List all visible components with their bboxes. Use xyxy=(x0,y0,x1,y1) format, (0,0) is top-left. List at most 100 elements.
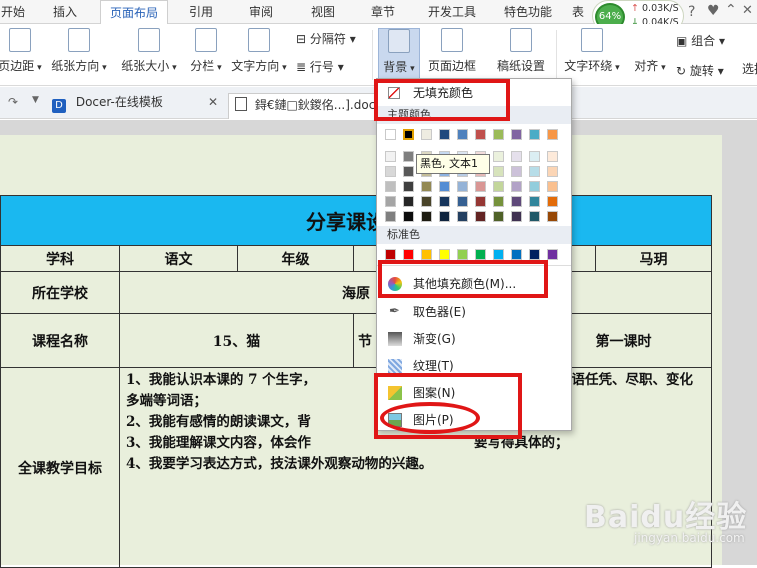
theme-shade-swatch[interactable] xyxy=(493,181,504,192)
theme-shade-swatch[interactable] xyxy=(547,181,558,192)
theme-shade-swatch[interactable] xyxy=(511,196,522,207)
theme-shade-swatch[interactable] xyxy=(511,151,522,162)
tab-references[interactable]: 引用 xyxy=(180,0,222,24)
tab-review[interactable]: 审阅 xyxy=(240,0,282,24)
theme-shade-swatch[interactable] xyxy=(385,196,396,207)
standard-color-swatch[interactable] xyxy=(421,249,432,260)
theme-shade-swatch[interactable] xyxy=(457,181,468,192)
tab-list-icon[interactable]: ▼ xyxy=(32,95,39,105)
tab-view[interactable]: 视图 xyxy=(302,0,344,24)
background-button[interactable]: 背景 ▾ xyxy=(378,28,420,84)
standard-color-swatch[interactable] xyxy=(403,249,414,260)
page-border-button[interactable]: 页面边框 xyxy=(424,28,480,84)
rotate-icon: ↻ xyxy=(676,64,687,78)
standard-color-swatch[interactable] xyxy=(493,249,504,260)
standard-color-swatch[interactable] xyxy=(511,249,522,260)
text-direction-button[interactable]: 文字方向 ▾ xyxy=(230,28,288,84)
theme-shade-swatch[interactable] xyxy=(529,181,540,192)
theme-shade-swatch[interactable] xyxy=(493,166,504,177)
theme-color-swatch[interactable] xyxy=(457,129,468,140)
theme-color-swatch[interactable] xyxy=(403,129,414,140)
theme-shade-swatch[interactable] xyxy=(403,211,414,222)
tab-insert[interactable]: 插入 xyxy=(44,0,86,24)
tab-chapter[interactable]: 章节 xyxy=(362,0,404,24)
paper-size-button[interactable]: 纸张大小 ▾ xyxy=(118,28,180,84)
select-button[interactable]: 选择 xyxy=(742,60,757,77)
theme-shade-swatch[interactable] xyxy=(547,151,558,162)
align-button[interactable]: 对齐 ▾ xyxy=(630,28,670,84)
theme-shade-swatch[interactable] xyxy=(403,196,414,207)
break-button[interactable]: ⊟ 分隔符 ▾ xyxy=(296,30,356,47)
standard-color-swatch[interactable] xyxy=(529,249,540,260)
theme-shade-swatch[interactable] xyxy=(457,196,468,207)
theme-shade-swatch[interactable] xyxy=(511,211,522,222)
theme-shade-swatch[interactable] xyxy=(421,196,432,207)
theme-shade-swatch[interactable] xyxy=(475,211,486,222)
theme-color-swatch[interactable] xyxy=(547,129,558,140)
theme-shade-swatch[interactable] xyxy=(493,151,504,162)
theme-color-swatch[interactable] xyxy=(529,129,540,140)
rotate-button[interactable]: ↻ 旋转 ▾ xyxy=(676,62,724,79)
theme-shade-swatch[interactable] xyxy=(547,196,558,207)
theme-shade-swatch[interactable] xyxy=(439,196,450,207)
theme-shade-swatch[interactable] xyxy=(529,151,540,162)
standard-color-swatch[interactable] xyxy=(439,249,450,260)
theme-shade-swatch[interactable] xyxy=(403,166,414,177)
margins-icon xyxy=(9,28,31,52)
standard-color-swatch[interactable] xyxy=(547,249,558,260)
theme-color-swatch[interactable] xyxy=(385,129,396,140)
theme-shade-swatch[interactable] xyxy=(547,166,558,177)
margins-button[interactable]: 页边距 ▾ xyxy=(0,28,42,84)
theme-shade-swatch[interactable] xyxy=(385,166,396,177)
close-icon[interactable]: ✕ xyxy=(742,3,753,18)
back-arrow-icon[interactable]: ↷ xyxy=(8,95,18,109)
standard-color-swatch[interactable] xyxy=(457,249,468,260)
theme-shade-swatch[interactable] xyxy=(529,196,540,207)
theme-color-swatch[interactable] xyxy=(439,129,450,140)
theme-shade-swatch[interactable] xyxy=(475,196,486,207)
theme-shade-swatch[interactable] xyxy=(493,211,504,222)
skin-icon[interactable]: ♥ xyxy=(707,3,720,19)
theme-color-swatch[interactable] xyxy=(511,129,522,140)
line-number-button[interactable]: ≣ 行号 ▾ xyxy=(296,58,344,75)
standard-color-swatch[interactable] xyxy=(385,249,396,260)
theme-shade-swatch[interactable] xyxy=(493,196,504,207)
theme-shade-swatch[interactable] xyxy=(403,151,414,162)
manuscript-button[interactable]: 稿纸设置 xyxy=(492,28,550,84)
theme-shade-swatch[interactable] xyxy=(385,151,396,162)
theme-shade-swatch[interactable] xyxy=(511,166,522,177)
up-icon[interactable]: ⌃ xyxy=(725,2,737,18)
theme-color-swatch[interactable] xyxy=(421,129,432,140)
tab-special[interactable]: 特色功能 xyxy=(496,0,560,24)
theme-shade-swatch[interactable] xyxy=(475,181,486,192)
theme-shade-swatch[interactable] xyxy=(439,211,450,222)
orientation-button[interactable]: 纸张方向 ▾ xyxy=(48,28,110,84)
tab-table[interactable]: 表 xyxy=(568,0,588,24)
text-wrap-button[interactable]: 文字环绕 ▾ xyxy=(562,28,622,84)
theme-shade-swatch[interactable] xyxy=(439,181,450,192)
theme-shade-swatch[interactable] xyxy=(385,211,396,222)
help-icon[interactable]: ? xyxy=(688,4,695,20)
group-button[interactable]: ▣ 组合 ▾ xyxy=(676,32,725,49)
close-tab-icon[interactable]: ✕ xyxy=(208,95,218,109)
theme-shade-swatch[interactable] xyxy=(457,211,468,222)
theme-shade-swatch[interactable] xyxy=(385,181,396,192)
gradient-item[interactable]: 渐变(G) xyxy=(377,328,571,350)
tab-docer-template[interactable]: D Docer-在线模板 xyxy=(52,93,163,115)
columns-button[interactable]: 分栏 ▾ xyxy=(186,28,226,84)
tab-developer[interactable]: 开发工具 xyxy=(420,0,484,24)
theme-shade-swatch[interactable] xyxy=(529,166,540,177)
theme-shade-swatch[interactable] xyxy=(403,181,414,192)
tab-current-document[interactable]: 鍀€鏈□鈥鍐佲...].doc xyxy=(228,93,383,119)
theme-shade-swatch[interactable] xyxy=(421,181,432,192)
theme-color-swatch[interactable] xyxy=(493,129,504,140)
standard-color-swatch[interactable] xyxy=(475,249,486,260)
theme-color-swatch[interactable] xyxy=(475,129,486,140)
eyedropper-item[interactable]: ✒ 取色器(E) xyxy=(377,301,571,323)
tab-page-layout[interactable]: 页面布局 xyxy=(100,0,168,25)
theme-shade-swatch[interactable] xyxy=(511,181,522,192)
theme-shade-swatch[interactable] xyxy=(421,211,432,222)
theme-shade-swatch[interactable] xyxy=(529,211,540,222)
theme-shade-swatch[interactable] xyxy=(547,211,558,222)
tab-start[interactable]: 开始 xyxy=(0,0,26,24)
